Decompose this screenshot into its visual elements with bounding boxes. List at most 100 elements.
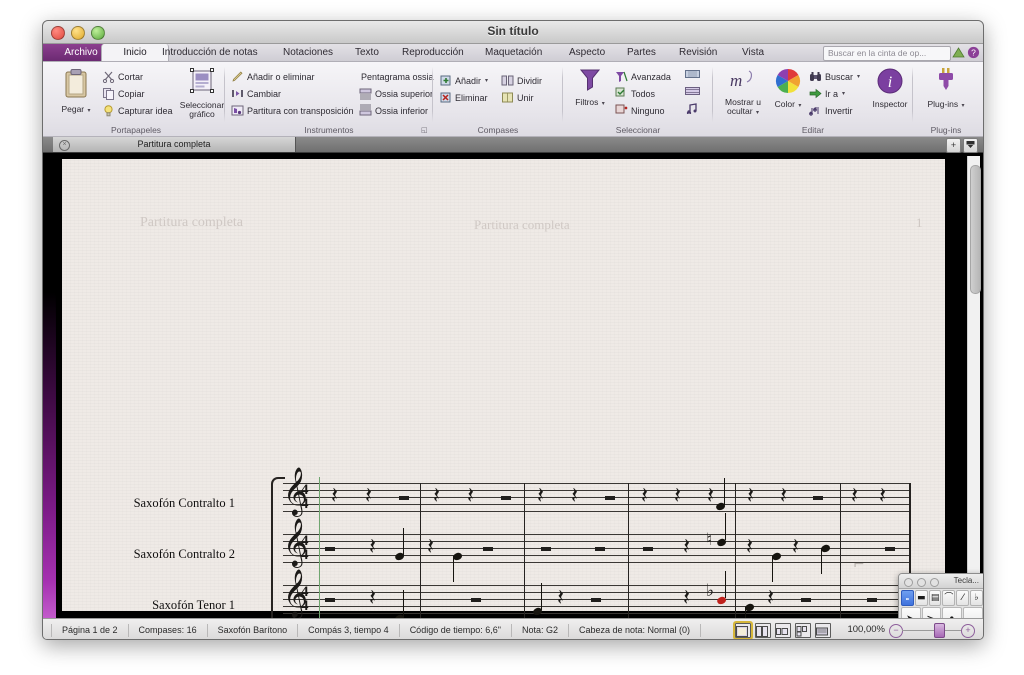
select-system-button[interactable]	[685, 84, 707, 101]
chevron-down-icon[interactable]: ▾	[798, 103, 801, 109]
find-button[interactable]: Buscar ▾	[809, 68, 867, 85]
half-rest[interactable]	[471, 598, 481, 602]
capture-idea-button[interactable]: Capturar idea	[102, 102, 174, 119]
cut-button[interactable]: Cortar	[102, 68, 174, 85]
zoom-slider-track[interactable]	[902, 630, 962, 631]
half-rest[interactable]	[867, 598, 877, 602]
tab-texto[interactable]: Texto	[346, 44, 388, 61]
color-button[interactable]: Color ▾	[769, 67, 807, 111]
quarter-rest[interactable]: 𝄽	[879, 485, 886, 508]
chevron-down-icon[interactable]: ▾	[962, 103, 965, 109]
quarter-rest[interactable]: 𝄽	[641, 485, 648, 508]
split-bar-button[interactable]: Dividir	[501, 72, 559, 89]
ossia-below-button[interactable]: Ossia inferior	[359, 102, 431, 119]
half-rest[interactable]	[325, 547, 335, 551]
advanced-filter-button[interactable]: Avanzada	[615, 68, 683, 85]
half-rest[interactable]	[591, 598, 601, 602]
view-thumbnails-icon[interactable]	[795, 623, 811, 638]
half-rest[interactable]	[501, 496, 511, 500]
join-bar-button[interactable]: Unir	[501, 89, 559, 106]
quarter-rest[interactable]: 𝄽	[792, 536, 799, 559]
half-rest[interactable]	[643, 547, 653, 551]
close-icon[interactable]: ×	[59, 140, 70, 151]
inspector-button[interactable]: i Inspector	[867, 67, 913, 109]
add-bar-button[interactable]: Añadir ▾	[439, 72, 501, 89]
tab-introduccion-de-notas[interactable]: Introducción de notas	[153, 44, 267, 61]
change-instrument-button[interactable]: Cambiar	[231, 85, 359, 102]
zoom-slider-knob[interactable]	[934, 623, 945, 638]
keypad-beam-button[interactable]: ▤	[928, 590, 942, 606]
select-all-button[interactable]: Todos	[615, 85, 683, 102]
keypad-close-button[interactable]	[904, 577, 913, 587]
keypad-grace-note-button[interactable]: ♭	[970, 590, 983, 606]
keypad-titlebar[interactable]: Tecla...	[899, 574, 983, 589]
quarter-rest[interactable]: 𝄽	[331, 485, 338, 508]
tab-maquetacion[interactable]: Maquetación	[476, 44, 551, 61]
select-none-button[interactable]: Ninguno	[615, 102, 683, 119]
delete-bar-button[interactable]: Eliminar	[439, 89, 501, 106]
half-rest[interactable]	[605, 496, 615, 500]
quarter-rest[interactable]: 𝄽	[369, 587, 376, 610]
chevron-down-icon[interactable]: ▾	[602, 101, 605, 107]
view-horizontal-icon[interactable]	[775, 623, 791, 638]
flat-accidental[interactable]: ♭	[706, 583, 714, 600]
keypad-staccato-dot-button[interactable]: •	[942, 607, 962, 618]
quarter-rest[interactable]: 𝄽	[767, 587, 774, 610]
keypad-panel[interactable]: Tecla... 𝅝 ▬ ▤ ⌒ ⁄ ♭ ➤ > • – ♮ ♯	[898, 573, 983, 618]
vertical-scrollbar[interactable]	[967, 156, 981, 606]
view-panorama-icon[interactable]	[815, 623, 831, 638]
quarter-rest[interactable]: 𝄽	[683, 536, 690, 559]
quarter-rest[interactable]: 𝄽	[747, 485, 754, 508]
new-tab-button[interactable]: +	[946, 138, 961, 153]
zoom-in-button[interactable]: +	[961, 624, 975, 638]
ribbon-search-input[interactable]: Buscar en la cinta de op...	[823, 46, 951, 61]
filters-button[interactable]: Filtros ▾	[567, 67, 613, 109]
half-rest[interactable]	[541, 547, 551, 551]
chevron-down-icon[interactable]: ▾	[756, 110, 759, 116]
show-hide-button[interactable]: m Mostrar u ocultar ▾	[717, 67, 769, 119]
tab-revision[interactable]: Revisión	[670, 44, 726, 61]
paste-button[interactable]: Pegar ▾	[53, 68, 99, 116]
instrumentos-dialog-launcher[interactable]: ◱	[421, 126, 429, 134]
half-rest[interactable]	[483, 547, 493, 551]
keypad-whole-note-button[interactable]: 𝅝	[901, 590, 914, 606]
select-bars-button[interactable]	[685, 67, 707, 84]
add-remove-instrument-button[interactable]: Añadir o eliminar	[231, 68, 359, 85]
half-rest[interactable]	[399, 496, 409, 500]
keypad-minimize-button[interactable]	[917, 577, 926, 587]
chevron-down-icon[interactable]: ▾	[88, 108, 91, 114]
keypad-maximize-button[interactable]	[930, 577, 939, 587]
keypad-arrow-button[interactable]: ➤	[901, 607, 921, 618]
document-tab-partitura-completa[interactable]: × Partitura completa	[53, 137, 296, 152]
zoom-slider-control[interactable]: − +	[889, 623, 975, 638]
score-canvas[interactable]: Partitura completa Partitura completa 1 …	[43, 153, 983, 618]
quarter-rest[interactable]: 𝄽	[427, 536, 434, 559]
select-notes-button[interactable]	[685, 101, 707, 118]
quarter-rest[interactable]: 𝄽	[537, 485, 544, 508]
go-to-button[interactable]: Ir a ▾	[809, 85, 867, 102]
invert-button[interactable]: Invertir	[809, 102, 867, 119]
tab-aspecto[interactable]: Aspecto	[560, 44, 614, 61]
plugins-button[interactable]: Plug-ins ▾	[923, 67, 969, 111]
tab-notaciones[interactable]: Notaciones	[274, 44, 342, 61]
zoom-out-button[interactable]: −	[889, 624, 903, 638]
quarter-rest[interactable]: 𝄽	[851, 485, 858, 508]
quarter-rest[interactable]: 𝄽	[557, 587, 564, 610]
quarter-rest[interactable]: 𝄽	[467, 485, 474, 508]
quarter-rest[interactable]: 𝄽	[369, 536, 376, 559]
view-single-page-icon[interactable]	[733, 621, 753, 639]
half-rest[interactable]	[813, 496, 823, 500]
keypad-tenuto-button[interactable]: –	[962, 607, 983, 618]
warning-icon[interactable]	[952, 46, 965, 59]
tab-vista[interactable]: Vista	[733, 44, 773, 61]
hidden-dynamic-marking[interactable]: ⌐	[853, 558, 865, 572]
ossia-above-button[interactable]: Ossia superior	[359, 85, 433, 102]
half-rest[interactable]	[595, 547, 605, 551]
quarter-rest[interactable]: 𝄽	[674, 485, 681, 508]
tab-options-button[interactable]	[963, 138, 978, 153]
chevron-down-icon[interactable]: ▾	[842, 90, 845, 97]
natural-accidental[interactable]: ♮	[706, 532, 712, 549]
tab-reproduccion[interactable]: Reproducción	[393, 44, 473, 61]
keypad-accent-button[interactable]: >	[921, 607, 942, 618]
quarter-rest[interactable]: 𝄽	[571, 485, 578, 508]
